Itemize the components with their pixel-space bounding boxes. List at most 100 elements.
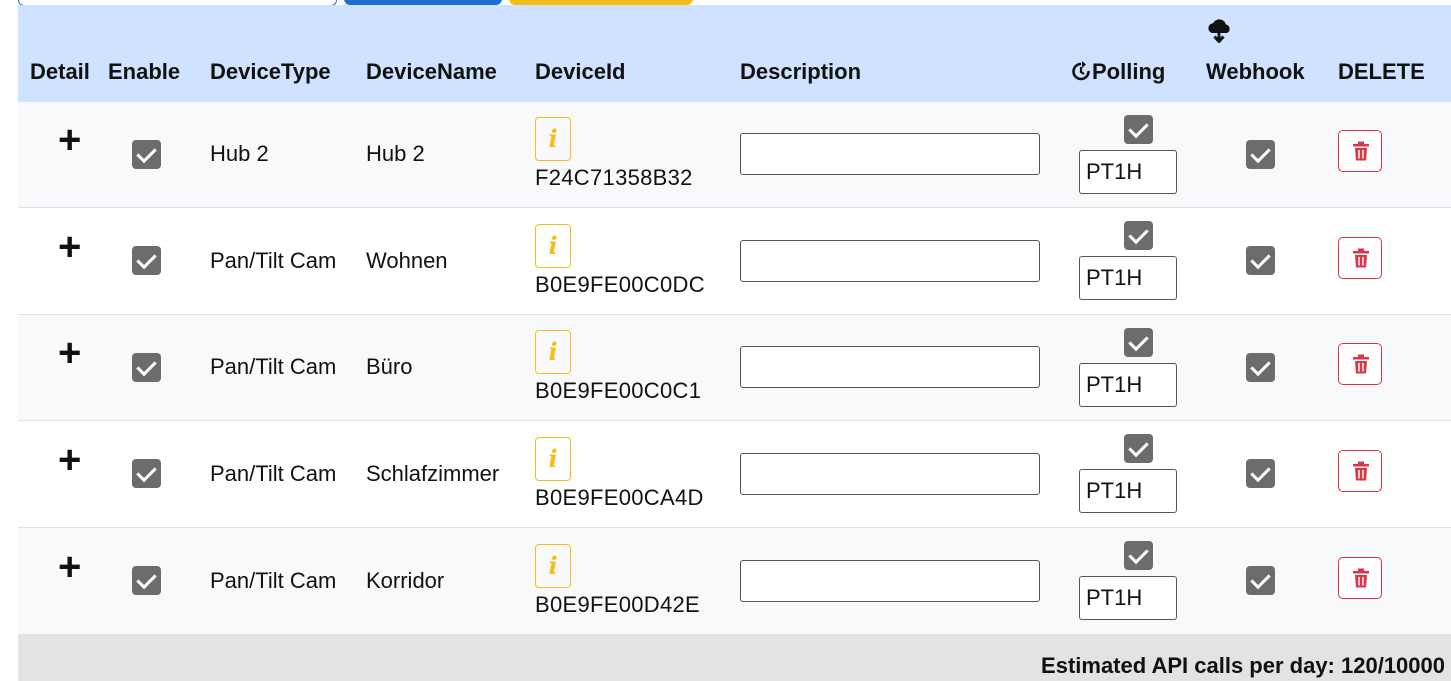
- delete-cell: [1338, 314, 1451, 421]
- webhook-checkbox[interactable]: [1246, 352, 1275, 382]
- webhook-cell: [1206, 314, 1338, 421]
- trash-icon: [1353, 248, 1369, 268]
- polling-checkbox[interactable]: [1123, 434, 1153, 464]
- header-delete: DELETE: [1338, 58, 1425, 84]
- device-id-cell: i B0E9FE00C0DC: [535, 208, 740, 315]
- device-name: Korridor: [366, 567, 445, 593]
- enable-checkbox[interactable]: [132, 459, 161, 489]
- device-type: Pan/Tilt Cam: [210, 247, 337, 273]
- table-header-row: Detail Enable DeviceType DeviceName Devi…: [18, 5, 1451, 101]
- description-input[interactable]: [740, 559, 1040, 602]
- device-name-cell: Hub 2: [366, 101, 535, 208]
- enable-checkbox[interactable]: [132, 246, 161, 276]
- enable-cell: [108, 314, 210, 421]
- description-input[interactable]: [740, 346, 1040, 389]
- polling-checkbox[interactable]: [1123, 221, 1153, 251]
- enable-cell: [108, 101, 210, 208]
- info-icon[interactable]: i: [535, 436, 571, 481]
- delete-button[interactable]: [1338, 236, 1382, 279]
- header-webhook-label: Webhook: [1206, 58, 1305, 84]
- detail-cell: +: [18, 101, 108, 208]
- polling-cell: [1070, 527, 1206, 634]
- info-icon[interactable]: i: [535, 117, 571, 162]
- trash-icon: [1353, 354, 1369, 374]
- polling-interval-input[interactable]: [1079, 576, 1177, 620]
- enable-checkbox[interactable]: [132, 566, 161, 595]
- plus-icon[interactable]: +: [58, 333, 108, 373]
- header-device-id: DeviceId: [535, 58, 626, 84]
- delete-button[interactable]: [1338, 130, 1382, 173]
- description-cell: [740, 101, 1070, 208]
- plus-icon[interactable]: +: [58, 547, 108, 587]
- header-device-type: DeviceType: [210, 58, 331, 84]
- polling-checkbox[interactable]: [1123, 541, 1153, 570]
- device-name: Schlafzimmer: [366, 460, 500, 486]
- delete-cell: [1338, 527, 1451, 634]
- trash-icon: [1353, 141, 1369, 161]
- header-description: Description: [740, 58, 862, 84]
- polling-interval-input[interactable]: [1079, 149, 1177, 194]
- device-name-cell: Korridor: [366, 527, 535, 634]
- table-row: + Pan/Tilt Cam Korridor i B0E9FE00D42E: [18, 527, 1451, 634]
- enable-checkbox[interactable]: [132, 352, 161, 382]
- delete-button[interactable]: [1338, 343, 1382, 386]
- plus-icon[interactable]: +: [58, 120, 108, 160]
- webhook-checkbox[interactable]: [1246, 566, 1275, 595]
- description-input[interactable]: [740, 452, 1040, 495]
- polling-interval-input[interactable]: [1079, 362, 1177, 407]
- enable-cell: [108, 421, 210, 528]
- device-type-cell: Hub 2: [210, 101, 366, 208]
- device-type: Pan/Tilt Cam: [210, 567, 337, 593]
- delete-cell: [1338, 208, 1451, 315]
- header-detail: Detail: [30, 58, 90, 84]
- webhook-checkbox[interactable]: [1246, 139, 1275, 169]
- table-row: + Pan/Tilt Cam Büro i B0E9FE00C0C1: [18, 314, 1451, 421]
- polling-cell: [1070, 421, 1206, 528]
- device-type-cell: Pan/Tilt Cam: [210, 314, 366, 421]
- device-name: Wohnen: [366, 247, 448, 273]
- polling-interval-input[interactable]: [1079, 469, 1177, 514]
- delete-button[interactable]: [1338, 449, 1382, 492]
- table-row: + Pan/Tilt Cam Wohnen i B0E9FE00C0DC: [18, 207, 1451, 315]
- webhook-cell: [1206, 101, 1338, 208]
- polling-cell: [1070, 208, 1206, 315]
- device-name: Büro: [366, 354, 413, 380]
- info-icon[interactable]: i: [535, 223, 571, 268]
- device-id: B0E9FE00C0C1: [535, 378, 702, 404]
- trash-icon: [1353, 461, 1369, 481]
- info-icon[interactable]: i: [535, 330, 571, 375]
- detail-cell: +: [18, 314, 108, 421]
- enable-checkbox[interactable]: [132, 139, 161, 169]
- plus-icon[interactable]: +: [58, 227, 108, 267]
- device-id: B0E9FE00CA4D: [535, 484, 704, 510]
- device-type-cell: Pan/Tilt Cam: [210, 421, 366, 528]
- info-icon[interactable]: i: [535, 543, 571, 588]
- polling-checkbox[interactable]: [1123, 114, 1153, 144]
- header-polling-label: Polling: [1092, 58, 1166, 84]
- delete-cell: [1338, 421, 1451, 528]
- delete-cell: [1338, 101, 1451, 208]
- header-webhook: Webhook: [1206, 5, 1338, 101]
- polling-cell: [1070, 101, 1206, 208]
- detail-cell: +: [18, 208, 108, 315]
- plus-icon[interactable]: +: [58, 440, 108, 480]
- header-enable: Enable: [108, 58, 181, 84]
- polling-checkbox[interactable]: [1123, 327, 1153, 357]
- cloud-upload-icon: [1208, 19, 1230, 43]
- device-id-cell: i B0E9FE00D42E: [535, 527, 740, 634]
- polling-interval-input[interactable]: [1079, 256, 1177, 301]
- description-input[interactable]: [740, 239, 1040, 282]
- device-type: Hub 2: [210, 141, 269, 167]
- enable-cell: [108, 208, 210, 315]
- trash-icon: [1353, 568, 1369, 587]
- api-calls-estimate: Estimated API calls per day: 120/10000: [1041, 653, 1445, 678]
- device-id-cell: i B0E9FE00C0C1: [535, 314, 740, 421]
- webhook-checkbox[interactable]: [1246, 459, 1275, 489]
- delete-button[interactable]: [1338, 556, 1382, 599]
- description-cell: [740, 421, 1070, 528]
- webhook-checkbox[interactable]: [1246, 246, 1275, 276]
- device-name-cell: Wohnen: [366, 208, 535, 315]
- table-row: + Hub 2 Hub 2 i F24C71358B32: [18, 101, 1451, 208]
- device-type: Pan/Tilt Cam: [210, 460, 337, 486]
- description-input[interactable]: [740, 133, 1040, 176]
